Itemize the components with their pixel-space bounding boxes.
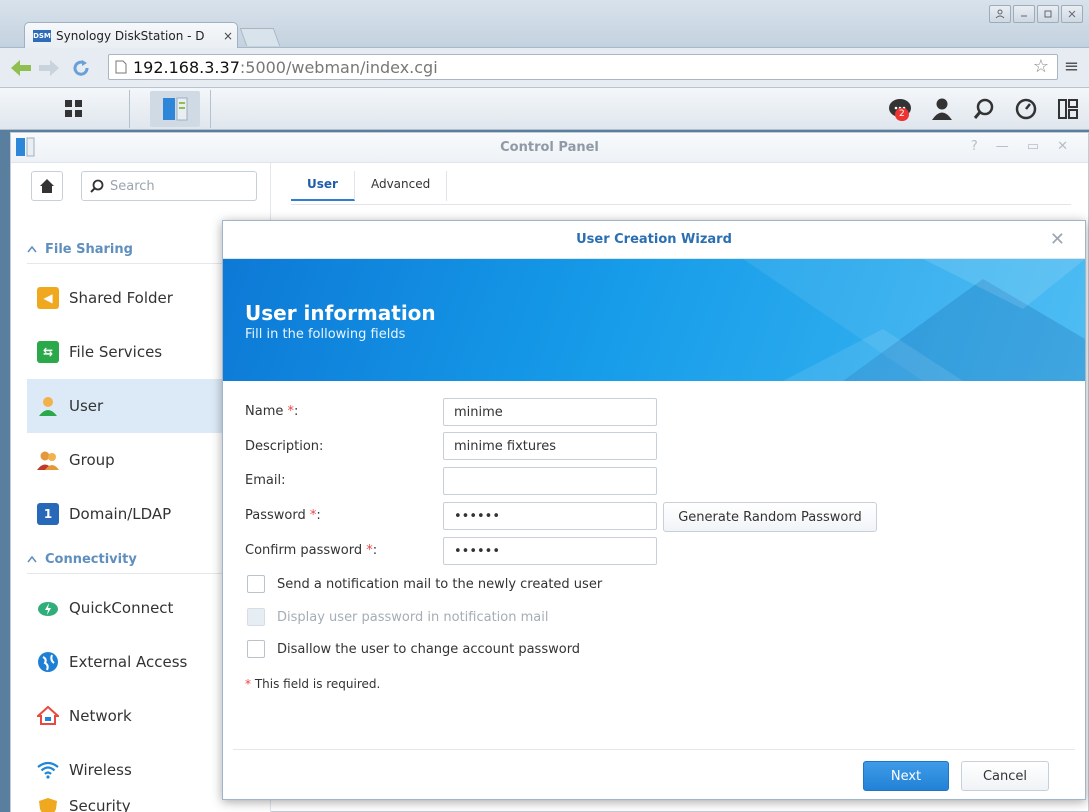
dsm-taskbar: 2	[0, 88, 1089, 130]
maximize-icon[interactable]: ▭	[1027, 139, 1039, 154]
file-services-icon: ⇆	[37, 341, 59, 363]
wizard-banner: User information Fill in the following f…	[223, 259, 1085, 381]
notify-mail-label: Send a notification mail to the newly cr…	[277, 576, 603, 592]
name-field[interactable]: minime	[443, 398, 657, 426]
user-account-icon[interactable]	[927, 94, 957, 124]
email-field[interactable]	[443, 467, 657, 495]
wizard-subheading: Fill in the following fields	[245, 327, 406, 342]
confirm-password-field[interactable]: ••••••	[443, 537, 657, 565]
wizard-titlebar: User Creation Wizard ✕	[223, 221, 1085, 259]
tab-advanced[interactable]: Advanced	[355, 171, 448, 201]
disallow-change-checkbox[interactable]	[247, 640, 265, 658]
section-connectivity[interactable]: Connectivity	[27, 547, 137, 571]
control-panel-titlebar: Control Panel ? — ▭ ✕	[11, 133, 1088, 163]
display-password-checkbox-row: Display user password in notification ma…	[247, 608, 548, 626]
tab-title: Synology DiskStation - D	[56, 29, 205, 43]
dsm-favicon-icon: DSM	[33, 30, 51, 42]
browser-menu-icon[interactable]: ≡	[1064, 56, 1079, 77]
domain-ldap-icon: 1	[37, 503, 59, 525]
maximize-icon[interactable]	[1037, 5, 1059, 23]
control-panel-taskbar-icon[interactable]	[150, 91, 200, 127]
browser-toolbar: 192.168.3.37:5000/webman/index.cgi ☆ ≡	[0, 48, 1089, 88]
user-icon	[37, 395, 59, 417]
new-tab-button[interactable]	[239, 28, 281, 46]
minimize-icon[interactable]: —	[996, 139, 1009, 154]
password-label: Password *:	[245, 508, 321, 523]
main-tab-bar: User Advanced	[291, 171, 448, 201]
section-file-sharing[interactable]: File Sharing	[27, 237, 133, 261]
notify-mail-checkbox[interactable]	[247, 575, 265, 593]
wizard-heading: User information	[245, 301, 436, 325]
description-label: Description:	[245, 439, 324, 454]
window-controls	[989, 5, 1083, 23]
back-arrow-icon[interactable]	[10, 57, 32, 79]
cancel-button[interactable]: Cancel	[961, 761, 1049, 791]
network-icon	[37, 705, 59, 727]
resource-monitor-icon[interactable]	[1011, 94, 1041, 124]
main-menu-icon[interactable]	[55, 91, 93, 127]
profile-icon[interactable]	[989, 5, 1011, 23]
display-password-checkbox	[247, 608, 265, 626]
notifications-icon[interactable]: 2	[885, 94, 915, 124]
quickconnect-icon	[37, 597, 59, 619]
group-icon	[37, 449, 59, 471]
address-bar[interactable]: 192.168.3.37:5000/webman/index.cgi	[108, 54, 1058, 80]
disallow-change-checkbox-row[interactable]: Disallow the user to change account pass…	[247, 640, 580, 658]
page-icon	[115, 60, 127, 74]
next-button[interactable]: Next	[863, 761, 949, 791]
home-icon	[40, 179, 54, 193]
browser-tab[interactable]: DSM Synology DiskStation - D ×	[24, 22, 238, 49]
shield-icon	[37, 797, 59, 812]
notify-mail-checkbox-row[interactable]: Send a notification mail to the newly cr…	[247, 575, 602, 593]
display-password-label: Display user password in notification ma…	[277, 609, 549, 625]
shared-folder-icon: ◀	[37, 287, 59, 309]
generate-random-password-button[interactable]: Generate Random Password	[663, 502, 877, 532]
forward-arrow-icon[interactable]	[38, 57, 60, 79]
minimize-icon[interactable]	[1013, 5, 1035, 23]
wifi-icon	[37, 759, 59, 781]
search-icon[interactable]	[969, 94, 999, 124]
home-button[interactable]	[31, 171, 63, 201]
url-host: 192.168.3.37	[133, 57, 240, 77]
search-icon	[90, 179, 104, 193]
chevron-up-icon	[27, 555, 37, 563]
name-label: Name *:	[245, 404, 299, 419]
url-path: :5000/webman/index.cgi	[239, 57, 438, 77]
chevron-up-icon	[27, 245, 37, 253]
tab-user[interactable]: User	[291, 171, 355, 201]
confirm-password-label: Confirm password *:	[245, 543, 378, 558]
search-input[interactable]: Search	[81, 171, 257, 201]
required-note: * This field is required.	[245, 677, 381, 691]
help-icon[interactable]: ?	[971, 139, 978, 154]
wizard-title: User Creation Wizard	[576, 232, 732, 247]
widgets-icon[interactable]	[1053, 94, 1083, 124]
close-icon[interactable]: ✕	[1050, 229, 1065, 250]
close-window-icon[interactable]	[1061, 5, 1083, 23]
tab-close-icon[interactable]: ×	[223, 29, 233, 43]
notification-badge: 2	[895, 108, 909, 121]
globe-icon	[37, 651, 59, 673]
browser-tab-strip: DSM Synology DiskStation - D ×	[0, 0, 1089, 49]
close-icon[interactable]: ✕	[1057, 139, 1068, 154]
description-field[interactable]: minime fixtures	[443, 432, 657, 460]
user-creation-wizard-dialog: User Creation Wizard ✕ User information …	[222, 220, 1086, 800]
password-field[interactable]: ••••••	[443, 502, 657, 530]
search-placeholder: Search	[110, 178, 155, 194]
bookmark-star-icon[interactable]: ☆	[1033, 56, 1049, 77]
disallow-change-label: Disallow the user to change account pass…	[277, 641, 581, 657]
email-label: Email:	[245, 473, 286, 488]
reload-icon[interactable]	[70, 57, 92, 79]
window-title: Control Panel	[500, 140, 599, 155]
